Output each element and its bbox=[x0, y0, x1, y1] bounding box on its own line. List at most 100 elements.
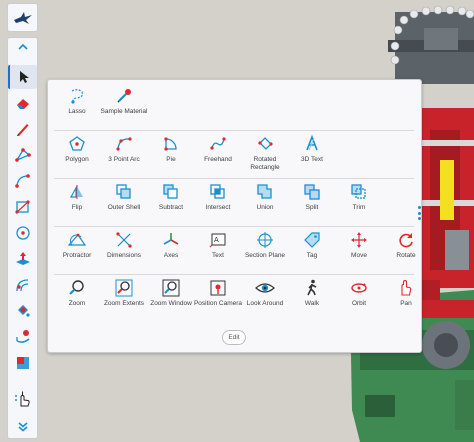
cursor-icon bbox=[19, 71, 29, 83]
tool-label: Flip bbox=[71, 204, 83, 211]
tool-pie[interactable]: Pie bbox=[148, 133, 194, 177]
tool-orbit[interactable]: Orbit bbox=[336, 277, 382, 321]
grip-dot bbox=[417, 206, 421, 209]
tool-zoom-extents[interactable]: Zoom Extents bbox=[101, 277, 147, 321]
tool-tag[interactable]: Tag bbox=[289, 229, 335, 273]
edit-tools-button[interactable]: Edit bbox=[222, 330, 246, 345]
tool-split[interactable]: Split bbox=[289, 181, 335, 225]
more-hand-icon bbox=[14, 391, 30, 407]
tool-lasso[interactable]: Lasso bbox=[54, 85, 100, 129]
grip-dot bbox=[417, 217, 421, 220]
tool-rotate[interactable]: Rotate bbox=[383, 229, 429, 273]
curve-tool-button[interactable] bbox=[10, 169, 35, 193]
tool-outer-shell[interactable]: Outer Shell bbox=[101, 181, 147, 225]
lasso-icon bbox=[71, 89, 84, 104]
panel-divider bbox=[54, 226, 414, 227]
tool-look-around[interactable]: Look Around bbox=[242, 277, 288, 321]
tool-label: Protractor bbox=[62, 252, 92, 259]
flip-icon bbox=[69, 185, 83, 199]
chevron-up-icon bbox=[17, 44, 28, 50]
circle-tool-button[interactable] bbox=[10, 221, 35, 245]
tool-label: Zoom bbox=[68, 300, 86, 307]
double-chevron-down-icon bbox=[17, 422, 28, 432]
section-plane-icon bbox=[257, 232, 273, 248]
tool-label: Look Around bbox=[246, 300, 284, 307]
tool-label: Section Plane bbox=[244, 252, 286, 259]
offset-tool-button[interactable] bbox=[10, 273, 35, 297]
three-point-arc-icon bbox=[116, 137, 132, 151]
panel-divider bbox=[54, 130, 414, 131]
tool-polygon[interactable]: Polygon bbox=[54, 133, 100, 177]
tool-walk[interactable]: Walk bbox=[289, 277, 335, 321]
tools-row-modify: Flip Outer Shell Subtract Intersect Unio… bbox=[54, 181, 414, 225]
tool-pan[interactable]: Pan bbox=[383, 277, 429, 321]
tool-dimensions[interactable]: Dimensions bbox=[101, 229, 147, 273]
panel-resize-grip[interactable] bbox=[417, 206, 421, 220]
tool-axes[interactable]: Axes bbox=[148, 229, 194, 273]
eraser-tool-button[interactable] bbox=[10, 91, 35, 115]
tool-zoom-window[interactable]: Zoom Window bbox=[148, 277, 194, 321]
rotated-rectangle-icon bbox=[258, 137, 273, 150]
pan-hand-icon bbox=[401, 280, 412, 296]
circle-icon bbox=[15, 226, 30, 240]
tool-subtract[interactable]: Subtract bbox=[148, 181, 194, 225]
dimensions-icon bbox=[116, 232, 132, 248]
push-pull-tool-button[interactable] bbox=[10, 247, 35, 271]
eyedropper-icon bbox=[117, 89, 131, 103]
tool-label: Union bbox=[256, 204, 274, 211]
svg-text:A: A bbox=[214, 237, 219, 244]
tool-label: Zoom Window bbox=[150, 300, 192, 307]
more-tools-button[interactable] bbox=[10, 387, 35, 411]
eraser-icon bbox=[16, 99, 29, 109]
freehand-icon bbox=[210, 137, 226, 150]
polygon-tool-button[interactable] bbox=[10, 143, 35, 167]
tools-row-annotate: Protractor Dimensions Axes A Text Sectio… bbox=[54, 229, 416, 273]
app-logo-button[interactable] bbox=[7, 3, 38, 32]
tool-label: Polygon bbox=[65, 156, 89, 163]
tool-label: Zoom Extents bbox=[103, 300, 145, 307]
tool-label: Rotated Rectangle bbox=[250, 156, 280, 171]
paint-tool-button[interactable] bbox=[10, 299, 35, 323]
pencil-tool-button[interactable] bbox=[10, 117, 35, 141]
tool-label: Move bbox=[351, 252, 367, 259]
tools-panel: Lasso Sample Material Polygon 3 Point Ar… bbox=[47, 79, 422, 353]
tool-label: Split bbox=[305, 204, 319, 211]
tool-label: Intersect bbox=[205, 204, 231, 211]
tool-3-point-arc[interactable]: 3 Point Arc bbox=[101, 133, 147, 177]
section-tool-button[interactable] bbox=[10, 351, 35, 375]
tool-zoom[interactable]: Zoom bbox=[54, 277, 100, 321]
tool-label: Walk bbox=[304, 300, 320, 307]
tool-intersect[interactable]: Intersect bbox=[195, 181, 241, 225]
tool-flip[interactable]: Flip bbox=[54, 181, 100, 225]
tool-label: Pan bbox=[400, 300, 412, 307]
split-icon bbox=[304, 184, 320, 200]
protractor-icon bbox=[67, 233, 87, 246]
axes-icon bbox=[163, 233, 179, 245]
rectangle-tool-button[interactable] bbox=[10, 195, 35, 219]
tool-union[interactable]: Union bbox=[242, 181, 288, 225]
tool-label: Orbit bbox=[351, 300, 367, 307]
tool-label: Trim bbox=[352, 204, 366, 211]
tool-section-plane[interactable]: Section Plane bbox=[242, 229, 288, 273]
tool-sample-material[interactable]: Sample Material bbox=[101, 85, 147, 129]
tool-text[interactable]: A Text bbox=[195, 229, 241, 273]
tool-position-camera[interactable]: Position Camera bbox=[193, 277, 243, 321]
tool-freehand[interactable]: Freehand bbox=[195, 133, 241, 177]
sweep-tool-button[interactable] bbox=[10, 325, 35, 349]
tool-protractor[interactable]: Protractor bbox=[54, 229, 100, 273]
tool-label: Outer Shell bbox=[107, 204, 141, 211]
tools-row-select: Lasso Sample Material bbox=[54, 85, 414, 129]
trim-icon bbox=[351, 184, 366, 199]
toolbar-collapse-button[interactable] bbox=[8, 38, 37, 56]
panel-divider bbox=[54, 274, 414, 275]
tool-3d-text[interactable]: 3D Text bbox=[289, 133, 335, 177]
tool-trim[interactable]: Trim bbox=[336, 181, 382, 225]
select-tool-button[interactable] bbox=[8, 65, 37, 89]
polygon-icon bbox=[69, 136, 85, 151]
onshape-pilot-icon bbox=[13, 11, 32, 24]
tool-rotated-rectangle[interactable]: Rotated Rectangle bbox=[242, 133, 288, 177]
tool-move[interactable]: Move bbox=[336, 229, 382, 273]
toolbar-expand-button[interactable] bbox=[10, 418, 35, 436]
tool-label: 3 Point Arc bbox=[108, 156, 140, 163]
tool-label: Position Camera bbox=[193, 300, 243, 307]
